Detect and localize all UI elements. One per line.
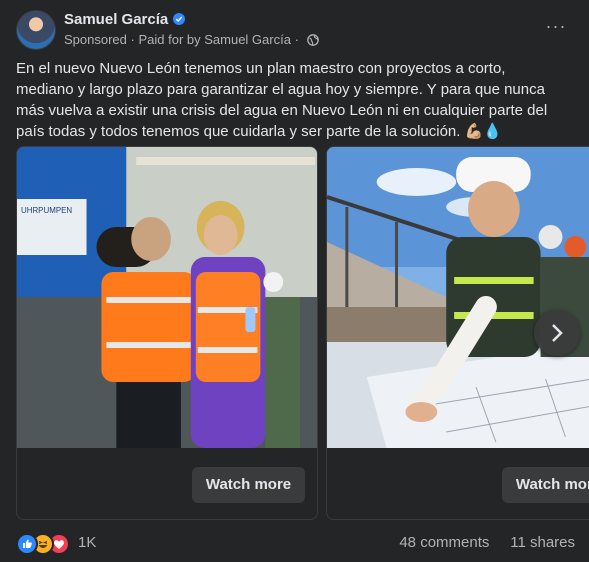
author-name[interactable]: Samuel García	[64, 11, 168, 28]
verified-badge-icon	[173, 13, 186, 25]
post-emojis: 💪🏼💧	[464, 123, 502, 140]
post-meta: Sponsored · Paid for by Samuel García ·	[64, 32, 319, 49]
meta-separator: ·	[130, 32, 135, 47]
pump-label-text: UHRPUMPEN	[21, 206, 72, 215]
meta-separator-2: ·	[294, 32, 299, 47]
post-body: En el nuevo Nuevo León tenemos un plan m…	[16, 58, 561, 142]
like-reaction-icon	[16, 533, 38, 555]
carousel-photo-1: UHRPUMPEN	[17, 147, 317, 448]
carousel-card-1[interactable]: UHRPUMPEN Watch more	[16, 146, 318, 520]
reaction-count[interactable]: 1K	[78, 534, 96, 551]
avatar[interactable]	[16, 10, 56, 50]
chevron-right-icon	[552, 324, 563, 342]
watch-more-button-1[interactable]: Watch more	[192, 467, 305, 503]
post-header: Samuel García Sponsored · Paid for by Sa…	[16, 10, 576, 50]
more-options-icon[interactable]: ···	[544, 16, 568, 36]
post-footer: 1K 48 comments 11 shares	[16, 530, 575, 555]
engagement-stats: 48 comments 11 shares	[399, 534, 575, 551]
sponsored-label[interactable]: Sponsored	[64, 32, 127, 47]
comments-count[interactable]: 48 comments	[399, 534, 489, 551]
globe-icon	[306, 34, 319, 49]
paid-for-label: Paid for by Samuel García	[138, 32, 291, 47]
watch-more-button-2[interactable]: Watch more	[502, 467, 589, 503]
author-row: Samuel García	[64, 11, 186, 28]
carousel-next-button[interactable]	[534, 310, 580, 356]
shares-count[interactable]: 11 shares	[510, 534, 575, 551]
media-carousel: UHRPUMPEN Watch more Watch mo	[16, 146, 589, 520]
carousel-photo-2	[327, 147, 589, 448]
